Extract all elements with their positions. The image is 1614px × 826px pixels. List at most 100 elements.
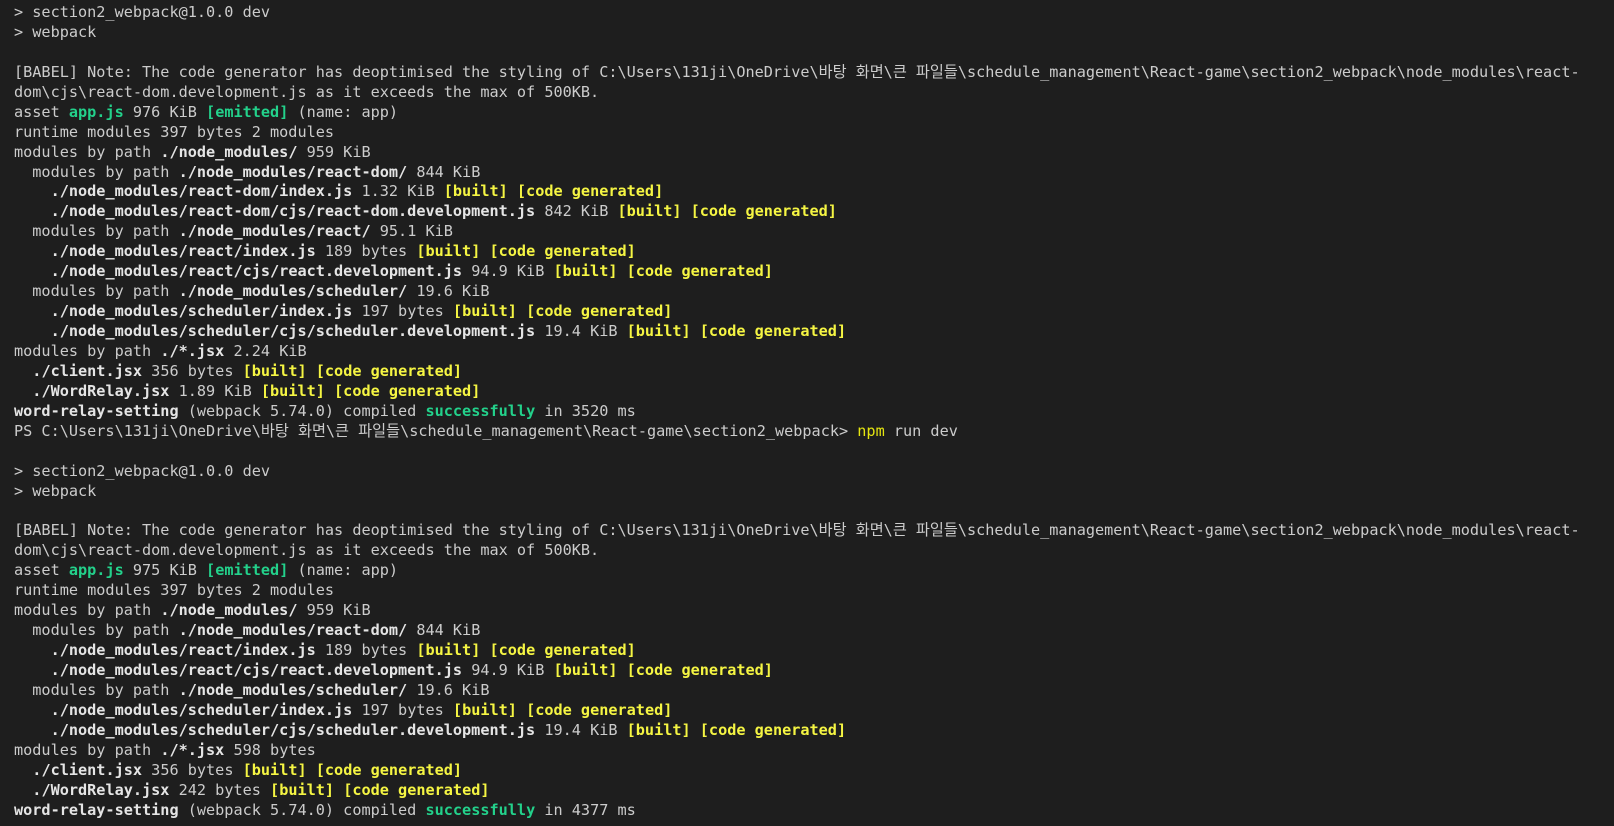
terminal-line: asset app.js 975 KiB [emitted] (name: ap…: [14, 561, 1606, 581]
terminal-text: modules by path: [14, 621, 179, 640]
terminal-line: dom\cjs\react-dom.development.js as it e…: [14, 541, 1606, 561]
terminal-text: word-relay-setting: [14, 401, 179, 420]
terminal-line: modules by path ./*.jsx 2.24 KiB: [14, 342, 1606, 362]
terminal-text: modules by path: [14, 341, 161, 360]
terminal-text: 976 KiB: [123, 102, 207, 121]
terminal-text: ./node_modules/react/: [178, 222, 371, 241]
terminal-text: ./node_modules/scheduler/: [178, 680, 408, 699]
terminal-text: ./node_modules/react/index.js: [50, 641, 316, 659]
terminal-text: word-relay-setting: [14, 800, 179, 819]
terminal-line: modules by path ./node_modules/ 959 KiB: [14, 601, 1606, 621]
terminal-text: [built] [code generated]: [416, 242, 636, 261]
terminal-text: modules by path: [14, 601, 161, 620]
terminal-text: runtime modules 397 bytes 2 modules: [14, 122, 335, 141]
terminal-text: 19.6 KiB: [407, 282, 490, 301]
terminal-text: ./client.jsx: [32, 760, 143, 779]
terminal-text: [built] [code generated]: [452, 700, 673, 719]
terminal-text: 842 KiB: [535, 202, 618, 221]
terminal-line: > section2_webpack@1.0.0 dev: [14, 462, 1606, 482]
terminal-text: successfully: [425, 401, 536, 420]
terminal-line: ./node_modules/scheduler/index.js 197 by…: [14, 302, 1606, 322]
terminal-text: 94.9 KiB: [462, 262, 554, 281]
terminal-text: run dev: [884, 421, 958, 440]
terminal-text: > webpack: [14, 481, 97, 500]
terminal-text: ./WordRelay.jsx: [32, 780, 170, 799]
terminal-line: word-relay-setting (webpack 5.74.0) comp…: [14, 801, 1606, 821]
terminal-text: successfully: [425, 800, 536, 819]
terminal-text: ./node_modules/react-dom/: [178, 621, 408, 640]
terminal-line: modules by path ./node_modules/scheduler…: [14, 282, 1606, 302]
terminal-text: 189 bytes: [315, 641, 417, 659]
terminal-text: > section2_webpack@1.0.0 dev: [14, 461, 271, 480]
terminal-line: ./node_modules/react/cjs/react.developme…: [14, 661, 1606, 681]
terminal-line: > webpack: [14, 23, 1606, 43]
terminal-line: modules by path ./node_modules/scheduler…: [14, 681, 1606, 701]
terminal-text: ./*.jsx: [160, 341, 225, 360]
terminal-text: in 4377 ms: [535, 800, 636, 819]
terminal-text: modules by path: [14, 282, 179, 301]
terminal-text: ./node_modules/scheduler/cjs/scheduler.d…: [50, 322, 536, 340]
terminal-text: [built] [code generated]: [242, 760, 463, 779]
terminal-text: 356 bytes: [142, 361, 243, 380]
terminal-text: [built] [code generated]: [260, 381, 481, 400]
terminal-text: 197 bytes: [352, 700, 453, 719]
terminal-text: 356 bytes: [142, 760, 243, 779]
terminal-text: ./node_modules/scheduler/index.js: [50, 700, 353, 719]
terminal-text: modules by path: [14, 142, 161, 161]
terminal-text: 197 bytes: [352, 302, 453, 321]
terminal-text: (webpack 5.74.0) compiled: [178, 401, 426, 420]
terminal-text: ./WordRelay.jsx: [32, 381, 170, 400]
terminal-text: app.js: [68, 102, 124, 121]
terminal-text: [built] [code generated]: [443, 182, 664, 201]
terminal-line: ./WordRelay.jsx 242 bytes [built] [code …: [14, 781, 1606, 801]
terminal-text: > webpack: [14, 22, 97, 41]
terminal-line: modules by path ./node_modules/react-dom…: [14, 163, 1606, 183]
terminal-line: runtime modules 397 bytes 2 modules: [14, 581, 1606, 601]
terminal-text: 19.6 KiB: [407, 680, 490, 699]
terminal-text: modules by path: [14, 680, 179, 699]
terminal-line: ./WordRelay.jsx 1.89 KiB [built] [code g…: [14, 382, 1606, 402]
terminal-text: [built] [code generated]: [626, 322, 847, 340]
terminal-line: ./node_modules/react/index.js 189 bytes …: [14, 641, 1606, 661]
terminal-text: 94.9 KiB: [462, 660, 554, 679]
terminal-text: [built] [code generated]: [553, 660, 773, 679]
terminal-text: (name: app): [288, 561, 399, 580]
terminal-output[interactable]: > section2_webpack@1.0.0 dev > webpack [BA…: [14, 3, 1606, 823]
terminal-text: asset: [14, 102, 69, 121]
terminal-text: 959 KiB: [297, 142, 371, 161]
terminal-text: [built] [code generated]: [452, 302, 673, 321]
terminal-text: 95.1 KiB: [370, 222, 453, 241]
terminal-text: ./node_modules/scheduler/index.js: [50, 302, 353, 321]
terminal-text: app.js: [68, 561, 124, 580]
terminal-line: PS C:\Users\131ji\OneDrive\바탕 화면\큰 파일들\s…: [14, 422, 1606, 442]
terminal-text: 2.24 KiB: [224, 341, 307, 360]
terminal-text: asset: [14, 561, 69, 580]
terminal-line: ./client.jsx 356 bytes [built] [code gen…: [14, 761, 1606, 781]
terminal-text: 1.32 KiB: [352, 182, 444, 201]
terminal-text: 844 KiB: [407, 621, 481, 640]
terminal-line: ./node_modules/scheduler/index.js 197 by…: [14, 701, 1606, 721]
terminal-text: [built] [code generated]: [416, 641, 636, 659]
terminal-text: (webpack 5.74.0) compiled: [178, 800, 426, 819]
terminal-text: 242 bytes: [169, 780, 271, 799]
terminal-text: modules by path: [14, 222, 179, 241]
terminal-text: [built] [code generated]: [617, 202, 837, 221]
terminal-text: ./*.jsx: [160, 740, 225, 759]
terminal-text: ./node_modules/react-dom/cjs/react-dom.d…: [50, 202, 536, 221]
terminal-text: [BABEL] Note: The code generator has deo…: [14, 521, 1580, 540]
terminal-text: ./node_modules/: [160, 601, 298, 620]
terminal-text: 598 bytes: [224, 740, 316, 759]
terminal-text: ./node_modules/react-dom/index.js: [50, 182, 353, 201]
terminal-line: > section2_webpack@1.0.0 dev: [14, 3, 1606, 23]
terminal-line: runtime modules 397 bytes 2 modules: [14, 123, 1606, 143]
terminal-line: dom\cjs\react-dom.development.js as it e…: [14, 83, 1606, 103]
terminal-line: ./node_modules/scheduler/cjs/scheduler.d…: [14, 721, 1606, 741]
